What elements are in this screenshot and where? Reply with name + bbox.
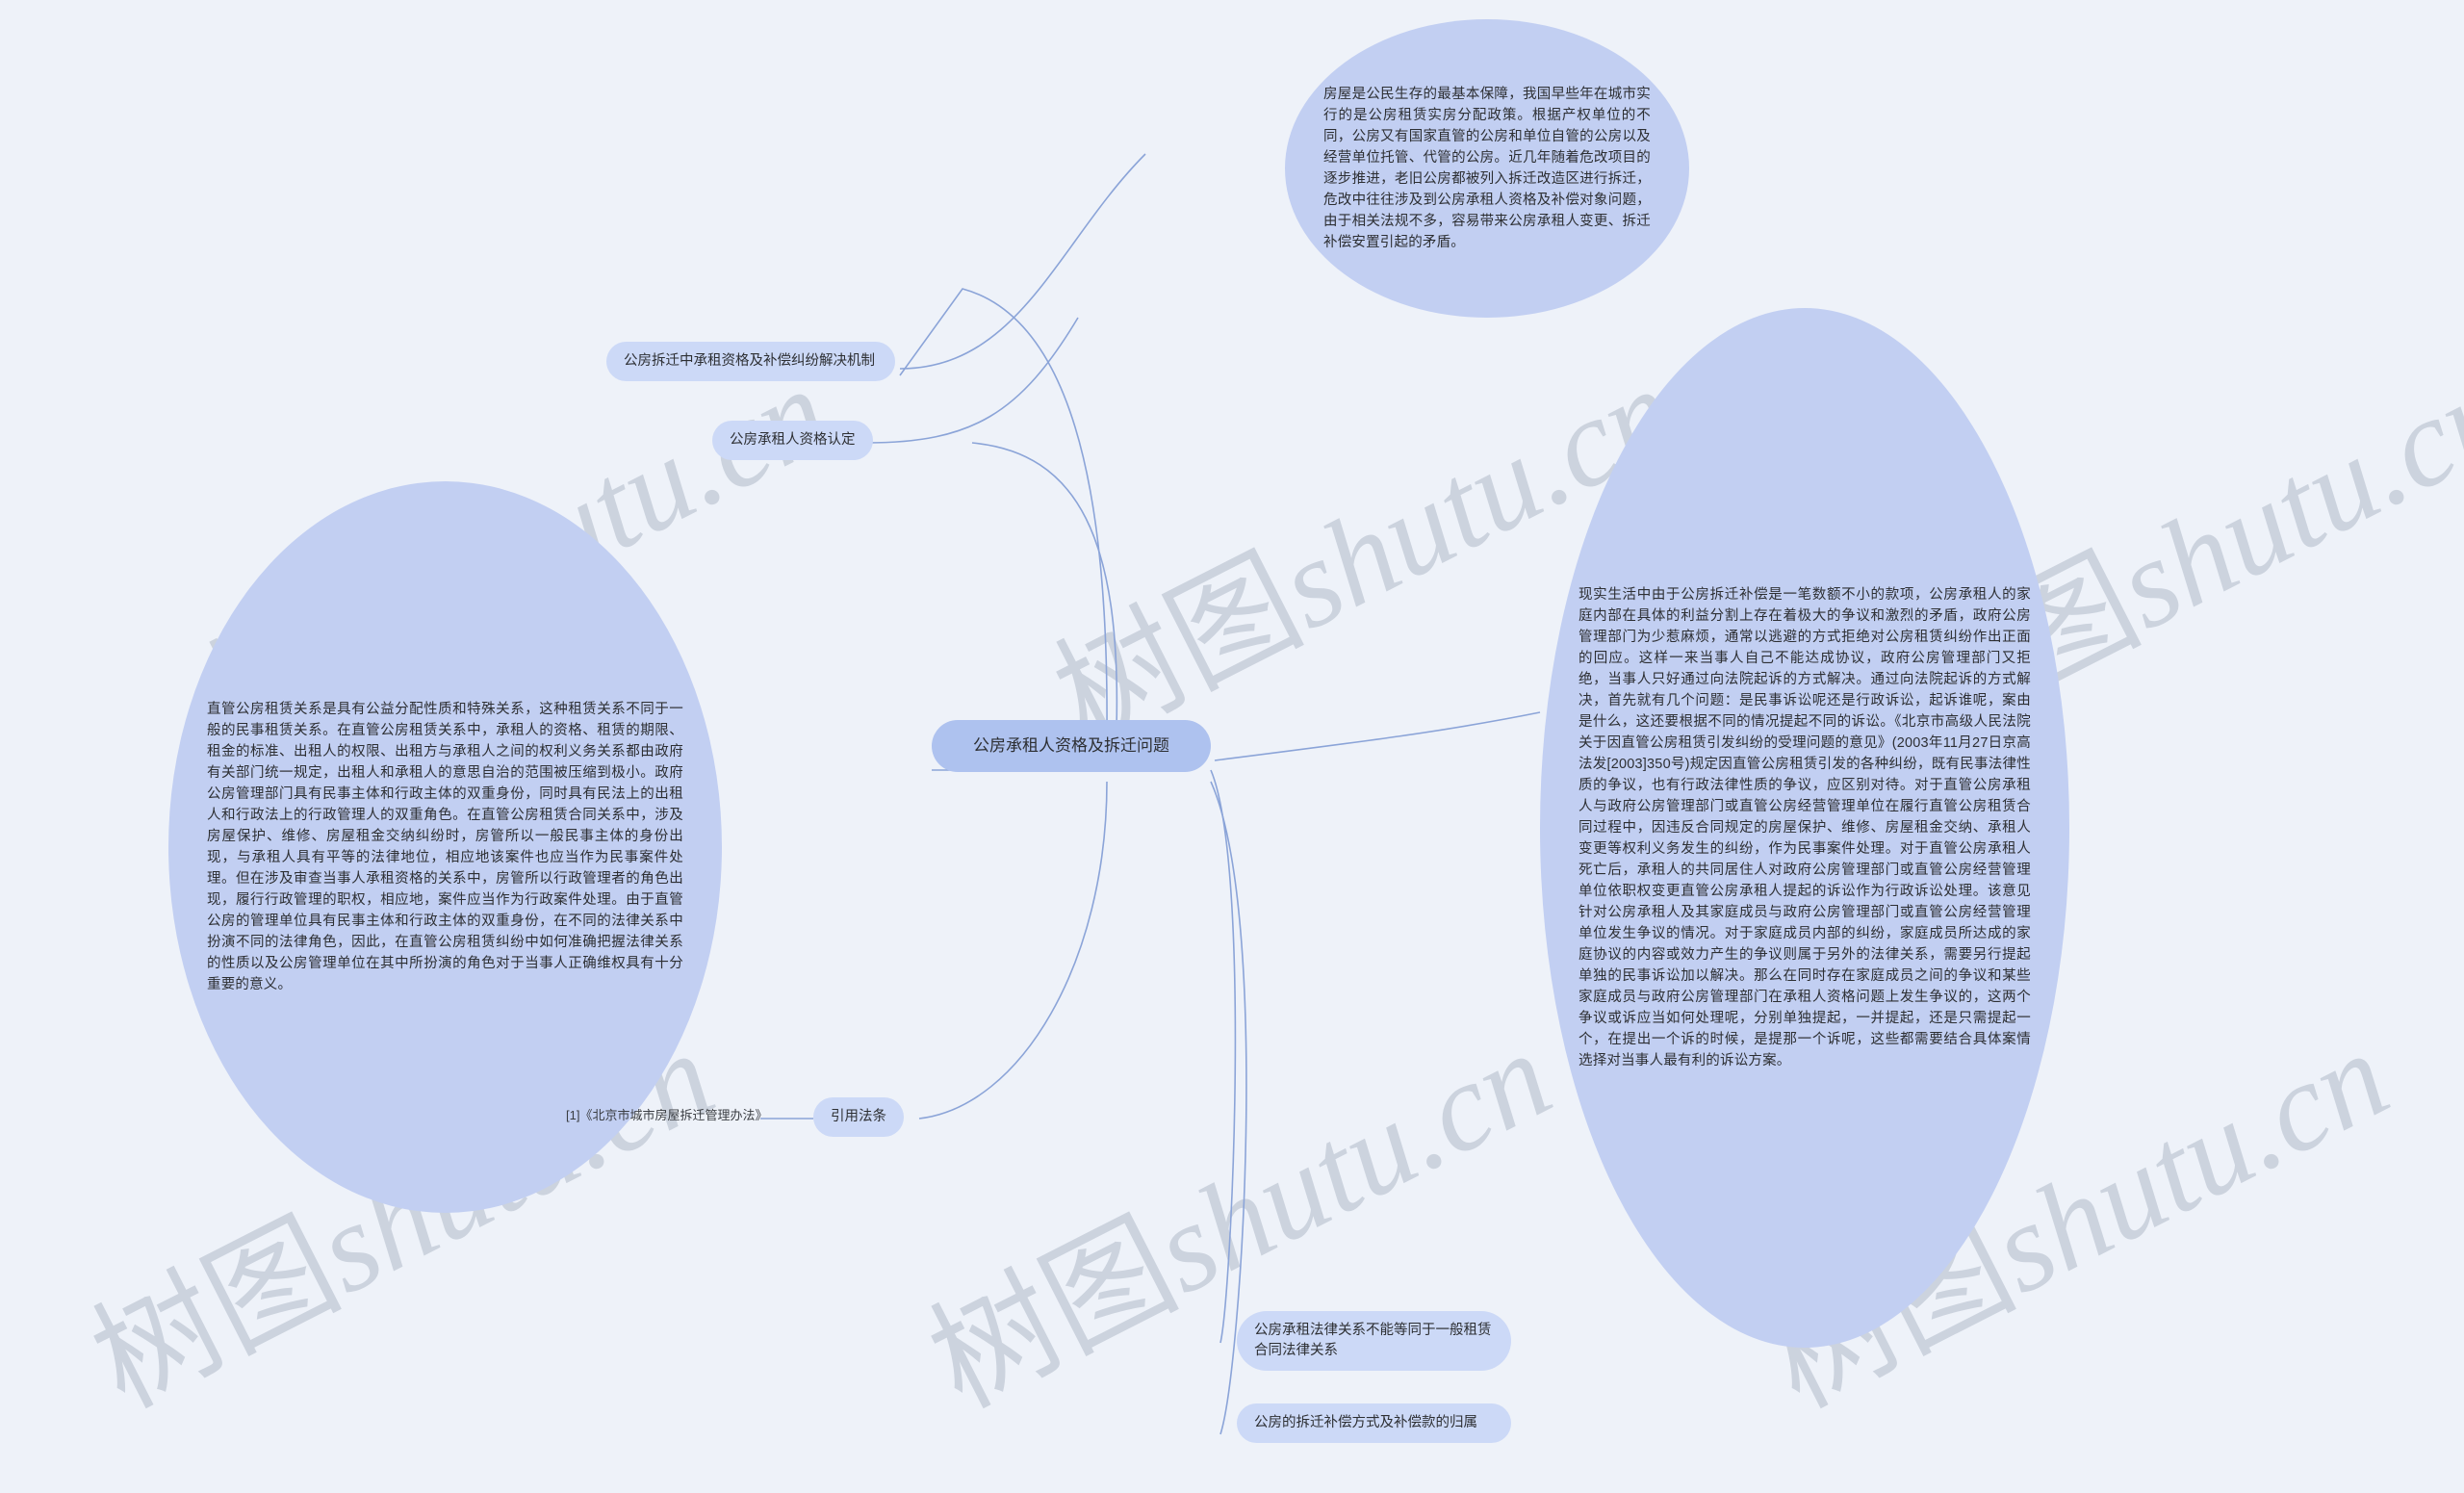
connector-compensation-to-blob — [1214, 711, 1541, 761]
node-top-detail-blob[interactable]: 房屋是公民生存的最基本保障，我国早些年在城市实行的是公房租赁实房分配政策。根据产… — [1285, 19, 1689, 318]
node-branch-compensation-label-text: 公房的拆迁补偿方式及补偿款的归属 — [1254, 1415, 1477, 1430]
node-branch-top-label-text: 公房拆迁中承租资格及补偿纠纷解决机制 — [624, 353, 875, 369]
node-top-detail-text: 房屋是公民生存的最基本保障，我国早些年在城市实行的是公房租赁实房分配政策。根据产… — [1323, 86, 1651, 251]
node-compensation-detail-blob[interactable]: 现实生活中由于公房拆迁补偿是一笔数额不小的款项，公房承租人的家庭内部在具体的利益… — [1540, 308, 2069, 1348]
node-law-citation-text: [1]《北京市城市房屋拆迁管理办法》 — [566, 1108, 768, 1122]
connector-center-to-law — [918, 781, 1108, 1120]
watermark-text: 树图shutu.cn — [895, 976, 1575, 1442]
watermark-latin: shutu.cn — [2095, 341, 2464, 656]
watermark-cjk: 树图 — [70, 1191, 360, 1436]
connector-top-label-to-blob — [899, 153, 1146, 370]
node-law-citation[interactable]: [1]《北京市城市房屋拆迁管理办法》 — [566, 1106, 767, 1125]
mindmap-canvas: 树图shutu.cn 树图shutu.cn 树图shutu.cn 树图shutu… — [0, 0, 2464, 1493]
connector-center-to-relation — [1210, 769, 1237, 1344]
connector-qualify-to-blob — [865, 317, 1079, 444]
node-branch-compensation-label[interactable]: 公房的拆迁补偿方式及补偿款的归属 — [1237, 1403, 1511, 1444]
node-branch-law-label-text: 引用法条 — [831, 1109, 886, 1124]
node-branch-qualify-label[interactable]: 公房承租人资格认定 — [712, 421, 873, 461]
node-branch-law-label[interactable]: 引用法条 — [813, 1097, 904, 1138]
node-qualify-detail-text: 直管公房租赁关系是具有公益分配性质和特殊关系，这种租赁关系不同于一般的民事租赁关… — [207, 701, 683, 993]
connector-center-to-top — [899, 288, 1108, 733]
node-center[interactable]: 公房承租人资格及拆迁问题 — [932, 720, 1211, 772]
node-branch-relation-label[interactable]: 公房承租法律关系不能等同于一般租赁合同法律关系 — [1237, 1311, 1511, 1372]
node-branch-relation-label-text: 公房承租法律关系不能等同于一般租赁合同法律关系 — [1254, 1323, 1492, 1359]
node-qualify-detail-blob[interactable]: 直管公房租赁关系是具有公益分配性质和特殊关系，这种租赁关系不同于一般的民事租赁关… — [168, 481, 722, 1213]
node-compensation-detail-text: 现实生活中由于公房拆迁补偿是一笔数额不小的款项，公房承租人的家庭内部在具体的利益… — [1578, 586, 2031, 1069]
watermark-cjk: 树图 — [908, 1191, 1197, 1436]
connector-center-to-qualify — [971, 442, 1118, 730]
watermark-latin: shutu.cn — [1133, 1005, 1572, 1321]
node-center-text: 公房承租人资格及拆迁问题 — [973, 736, 1169, 755]
node-branch-top-label[interactable]: 公房拆迁中承租资格及补偿纠纷解决机制 — [606, 342, 895, 382]
node-branch-qualify-label-text: 公房承租人资格认定 — [730, 432, 856, 448]
